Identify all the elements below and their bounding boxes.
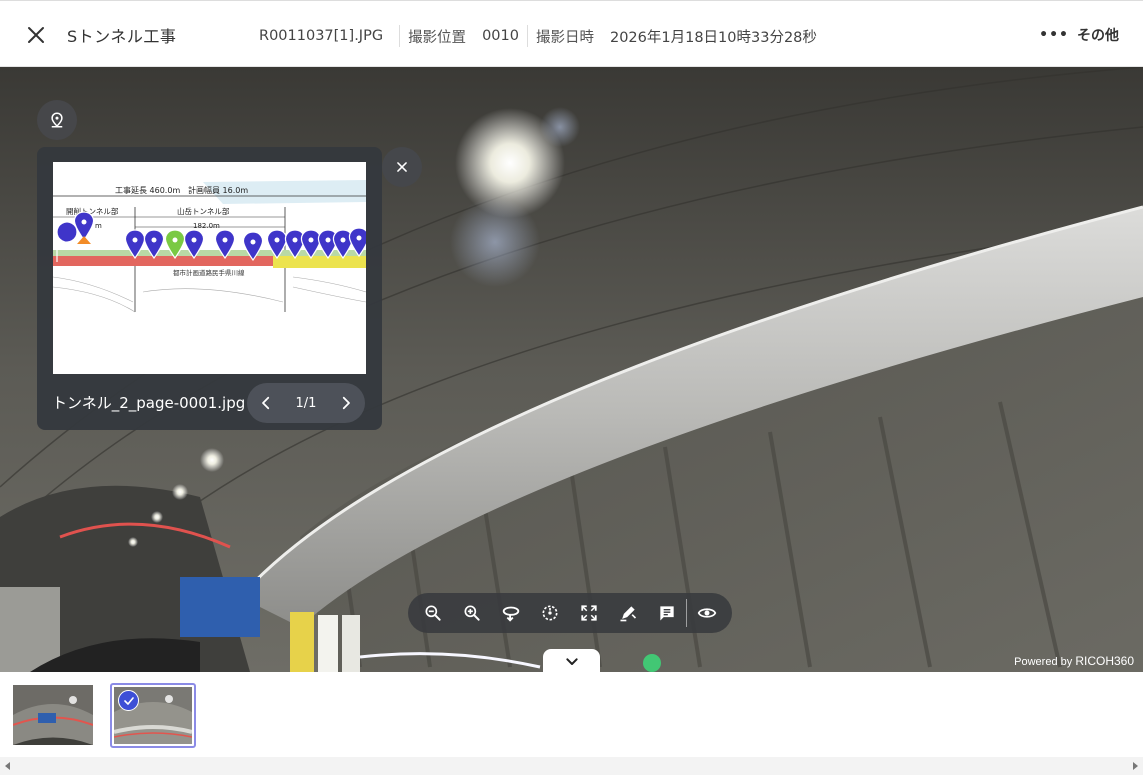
position-value: 0010 bbox=[482, 28, 519, 44]
tunnel-drawing: 工事延長 460.0m 計画幅員 16.0m 開削トンネル部 山岳トンネル部 1… bbox=[53, 162, 366, 374]
panorama-viewer[interactable]: 工事延長 460.0m 計画幅員 16.0m 開削トンネル部 山岳トンネル部 1… bbox=[0, 67, 1143, 672]
fullscreen-icon bbox=[581, 605, 597, 621]
zoom-out-icon bbox=[425, 605, 442, 621]
map-pin-toggle-button[interactable] bbox=[37, 100, 77, 140]
comment-button[interactable] bbox=[647, 593, 686, 633]
datetime-value: 2026年1月18日10時33分28秒 bbox=[609, 29, 817, 46]
floor-map-panel: 工事延長 460.0m 計画幅員 16.0m 開削トンネル部 山岳トンネル部 1… bbox=[37, 147, 382, 430]
scroll-left-icon[interactable] bbox=[3, 761, 13, 771]
divider bbox=[399, 25, 401, 47]
left-section-length: m bbox=[95, 222, 102, 230]
compass-icon bbox=[542, 605, 558, 621]
more-dots-icon: ••• bbox=[1039, 27, 1069, 43]
photo-thumbnail[interactable] bbox=[13, 685, 93, 745]
close-icon bbox=[397, 162, 407, 172]
header-bar: Sトンネル工事 R0011037[1].JPG 撮影位置 0010 撮影日時 2… bbox=[0, 0, 1143, 67]
thumbnail-image bbox=[13, 685, 93, 745]
chevron-down-icon bbox=[565, 657, 578, 665]
rotate-view-icon bbox=[502, 606, 520, 622]
project-title: Sトンネル工事 bbox=[67, 27, 177, 46]
zoom-in-icon bbox=[464, 605, 480, 621]
selected-check-badge bbox=[118, 690, 139, 711]
location-pin-icon bbox=[51, 112, 63, 128]
floor-map-image[interactable]: 工事延長 460.0m 計画幅員 16.0m 開削トンネル部 山岳トンネル部 1… bbox=[53, 162, 366, 374]
chevron-right-icon[interactable] bbox=[337, 394, 355, 412]
right-section-label: 山岳トンネル部 bbox=[177, 206, 230, 216]
eye-icon bbox=[697, 608, 716, 618]
comment-icon bbox=[660, 606, 674, 621]
rotate-view-button[interactable] bbox=[492, 593, 531, 633]
width-text: 計画幅員 16.0m bbox=[188, 185, 248, 195]
chevron-left-icon[interactable] bbox=[257, 394, 275, 412]
powered-by-label: Powered by RICOH360 bbox=[1014, 654, 1134, 668]
markup-pen-icon bbox=[620, 606, 636, 622]
markup-pen-button[interactable] bbox=[608, 593, 647, 633]
zoom-in-button[interactable] bbox=[453, 593, 492, 633]
checkmark-icon bbox=[123, 696, 134, 705]
page-indicator: 1/1 bbox=[295, 395, 317, 411]
powered-prefix: Powered by bbox=[1014, 656, 1073, 668]
datetime-label: 撮影日時 bbox=[535, 29, 594, 46]
scroll-right-icon[interactable] bbox=[1130, 761, 1140, 771]
visibility-toggle-button[interactable] bbox=[687, 593, 726, 633]
divider bbox=[526, 25, 528, 47]
powered-brand: RICOH360 bbox=[1075, 654, 1134, 668]
road-label: 都市計画道路民手県川線 bbox=[173, 268, 245, 277]
photo-meta: R0011037[1].JPG 撮影位置 0010 撮影日時 2026年1月18… bbox=[259, 25, 825, 47]
position-label: 撮影位置 bbox=[408, 29, 467, 46]
length-text: 工事延長 460.0m bbox=[115, 185, 180, 195]
map-pager: 1/1 bbox=[247, 383, 365, 423]
more-label: その他 bbox=[1077, 28, 1119, 44]
close-button[interactable] bbox=[24, 23, 48, 47]
zoom-out-button[interactable] bbox=[414, 593, 453, 633]
fullscreen-button[interactable] bbox=[570, 593, 609, 633]
photo-filename: R0011037[1].JPG bbox=[259, 28, 384, 44]
map-file-name: トンネル_2_page-0001.jpg bbox=[52, 394, 246, 412]
left-section-label: 開削トンネル部 bbox=[66, 206, 119, 216]
horizontal-scrollbar[interactable] bbox=[0, 757, 1143, 775]
photo-thumbnail-selected[interactable] bbox=[110, 683, 196, 748]
compass-button[interactable] bbox=[531, 593, 570, 633]
right-section-length: 182.0m bbox=[193, 222, 220, 230]
map-panel-close-button[interactable] bbox=[382, 147, 422, 187]
viewer-toolbar bbox=[408, 593, 732, 633]
close-icon bbox=[28, 27, 44, 43]
collapse-filmstrip-button[interactable] bbox=[543, 649, 600, 672]
more-button[interactable]: ••• その他 bbox=[1039, 25, 1119, 45]
